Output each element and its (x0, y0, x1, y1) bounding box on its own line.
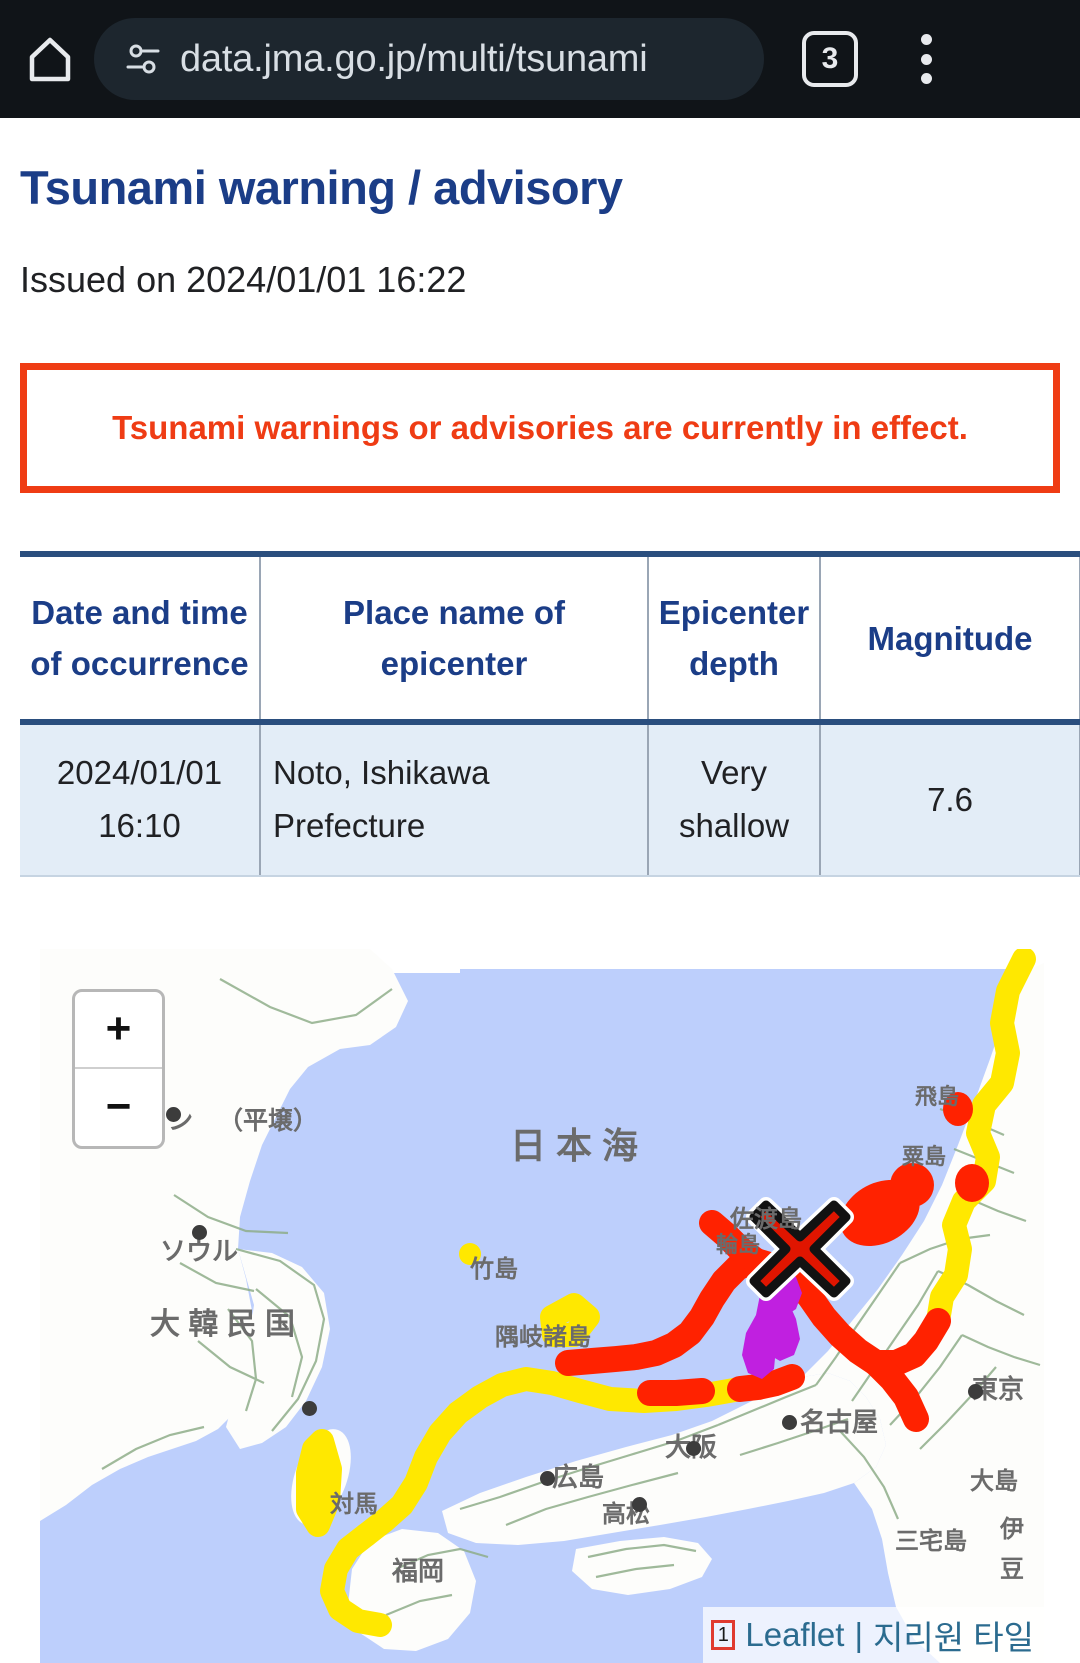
column-header-datetime: Date and time of occurrence (20, 550, 261, 726)
attribution-badge-icon: 1 (711, 1619, 736, 1650)
cell-place: Noto, Ishikawa Prefecture (259, 722, 649, 877)
city-dot-pyongyang (166, 1106, 181, 1122)
map-label: 竹島 (470, 1255, 518, 1283)
page-content: Tsunami warning / advisory Issued on 202… (0, 160, 1080, 1663)
issued-on-text: Issued on 2024/01/01 16:22 (20, 259, 467, 300)
tsunami-map[interactable]: 日 本 海（平壌）ンソウル大 韓 民 国竹島隅岐諸島対馬福岡広島高松大阪名古屋東… (40, 948, 1044, 1663)
city-dot-hiroshima (540, 1470, 555, 1486)
cell-datetime: 2024/01/01 16:10 (20, 722, 261, 877)
menu-dot (920, 73, 932, 84)
map-label: 豆 (1000, 1555, 1024, 1583)
table-body: 2024/01/01 16:10 Noto, Ishikawa Prefectu… (20, 722, 1080, 877)
tab-counter-button[interactable]: 3 (802, 31, 858, 87)
city-dot-nagoya (782, 1414, 797, 1430)
map-label: 三宅島 (895, 1527, 967, 1555)
cell-depth: Very shallow (647, 722, 821, 877)
map-label: 粟島 (902, 1143, 947, 1169)
menu-dot (920, 53, 932, 65)
browser-toolbar: data.jma.go.jp/multi/tsunami 3 (0, 0, 1080, 118)
cell-magnitude: 7.6 (819, 722, 1080, 877)
url-text: data.jma.go.jp/multi/tsunami (180, 37, 648, 80)
map-label: 隅岐諸島 (495, 1323, 591, 1351)
map-label: 対馬 (330, 1490, 378, 1518)
city-dot-seoul (192, 1224, 207, 1240)
earthquake-info-table: Date and time of occurrence Place name o… (20, 550, 1080, 877)
map-label: 大 韓 民 国 (150, 1307, 296, 1341)
page-title: Tsunami warning / advisory (20, 161, 623, 214)
map-label: 伊 (1000, 1515, 1024, 1543)
column-header-place: Place name of epicenter (259, 550, 649, 726)
site-settings-icon[interactable] (124, 40, 162, 78)
map-label: 名古屋 (800, 1406, 879, 1437)
city-dot-busan (302, 1400, 317, 1416)
zoom-out-button[interactable]: − (75, 1069, 162, 1146)
map-label: 大島 (970, 1467, 1018, 1495)
map-label: 日 本 海 (510, 1124, 639, 1166)
browser-menu-icon[interactable] (898, 28, 954, 90)
table-header-row: Date and time of occurrence Place name o… (20, 550, 1080, 726)
column-header-depth: Epicenter depth (647, 550, 821, 726)
table-header: Date and time of occurrence Place name o… (20, 550, 1080, 726)
home-icon[interactable] (22, 31, 78, 87)
map-label: （平壌） (218, 1106, 319, 1135)
attribution-separator: | (854, 1615, 864, 1653)
zoom-in-button[interactable]: + (75, 992, 162, 1069)
city-dot-osaka (686, 1440, 701, 1456)
tile-provider-link[interactable]: 지리원 타일 (873, 1611, 1034, 1659)
menu-dot (920, 34, 932, 45)
map-attribution: 1 Leaflet | 지리원 타일 (703, 1606, 1044, 1663)
map-label: 広島 (552, 1461, 605, 1492)
city-dot-tokyo (968, 1383, 983, 1399)
map-label: 福岡 (392, 1555, 445, 1586)
alert-message: Tsunami warnings or advisories are curre… (112, 409, 968, 446)
address-bar[interactable]: data.jma.go.jp/multi/tsunami (94, 18, 764, 100)
map-label: 輪島 (716, 1231, 761, 1257)
column-header-magnitude: Magnitude (819, 550, 1080, 726)
map-zoom-control[interactable]: + − (72, 988, 165, 1149)
map-label: 飛島 (915, 1083, 960, 1109)
leaflet-link[interactable]: Leaflet (745, 1616, 844, 1654)
city-dot-takamatsu (632, 1496, 647, 1512)
alert-banner: Tsunami warnings or advisories are curre… (20, 363, 1060, 493)
tab-count-label: 3 (821, 42, 839, 75)
table-row: 2024/01/01 16:10 Noto, Ishikawa Prefectu… (20, 722, 1080, 877)
